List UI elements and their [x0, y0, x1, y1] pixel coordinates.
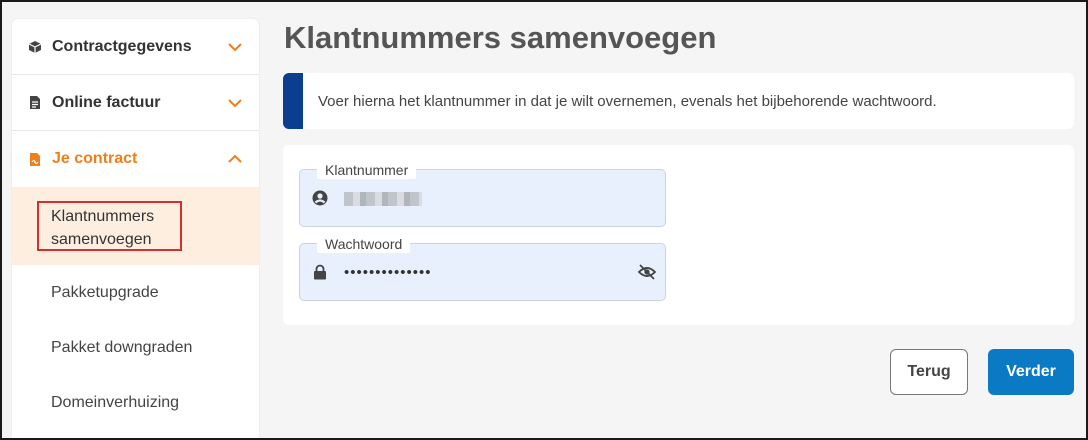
next-button[interactable]: Verder	[988, 349, 1074, 395]
customer-number-field[interactable]: Klantnummer	[299, 161, 666, 227]
eye-slash-icon[interactable]	[637, 262, 657, 282]
sidebar-item-pakketupgrade[interactable]: Pakketupgrade	[12, 265, 259, 320]
sidebar-section-label: Online factuur	[52, 93, 161, 111]
sidebar-item-pakket-downgraden[interactable]: Pakket downgraden	[12, 320, 259, 375]
sidebar-item-klantnummers-samenvoegen[interactable]: Klantnummers samenvoegen	[12, 187, 259, 265]
sidebar-item-label: Domeinverhuizing	[51, 393, 180, 411]
highlight-box: Klantnummers samenvoegen	[37, 201, 182, 251]
password-input[interactable]: ••••••••••••••	[344, 264, 432, 281]
contract-file-icon	[27, 151, 43, 167]
sidebar-section-contractgegevens[interactable]: Contractgegevens	[12, 19, 259, 75]
sidebar-item-label-line1: Klantnummers	[51, 208, 155, 225]
password-field[interactable]: Wachtwoord ••••••••••••••	[299, 235, 666, 301]
sidebar-section-label: Contractgegevens	[52, 37, 192, 55]
customer-number-value-redacted[interactable]	[344, 190, 422, 210]
sidebar-item-domeinverhuizing[interactable]: Domeinverhuizing	[12, 375, 259, 430]
chevron-up-icon	[227, 151, 243, 167]
customer-number-label: Klantnummer	[317, 161, 417, 179]
form-card: Klantnummer Wachtwoord ••••••••••••••	[283, 145, 1074, 325]
lock-icon	[312, 264, 328, 280]
info-accent-bar	[283, 73, 303, 129]
sidebar-section-label: Je contract	[52, 150, 138, 167]
page-title: Klantnummers samenvoegen	[284, 20, 717, 55]
sidebar-section-je-contract[interactable]: Je contract	[12, 131, 259, 187]
info-banner: Voer hierna het klantnummer in dat je wi…	[283, 73, 1074, 129]
chevron-down-icon	[227, 95, 243, 111]
document-icon	[27, 95, 43, 111]
box-icon	[27, 39, 43, 55]
sidebar-item-label: Pakket downgraden	[51, 338, 193, 356]
info-text: Voer hierna het klantnummer in dat je wi…	[318, 92, 937, 110]
user-icon	[312, 190, 328, 206]
password-label: Wachtwoord	[317, 235, 411, 253]
chevron-down-icon	[227, 39, 243, 55]
back-button[interactable]: Terug	[890, 349, 968, 395]
sidebar-section-online-factuur[interactable]: Online factuur	[12, 75, 259, 131]
sidebar-item-label-line2: samenvoegen	[51, 231, 152, 248]
sidebar: Contractgegevens Online factuur Je contr…	[12, 19, 259, 440]
sidebar-item-label: Pakketupgrade	[51, 283, 159, 301]
